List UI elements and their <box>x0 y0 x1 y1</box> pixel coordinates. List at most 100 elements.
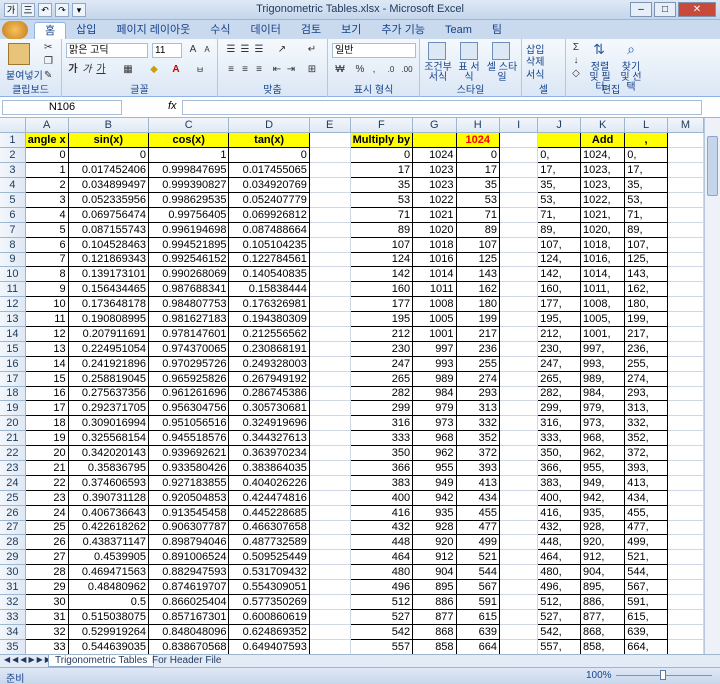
cell[interactable]: 0.212556562 <box>228 325 310 342</box>
cell[interactable]: 212 <box>349 325 414 342</box>
orientation-icon[interactable]: ↗ <box>274 43 290 57</box>
cell[interactable]: 664, <box>624 638 668 654</box>
cell[interactable]: 1024, <box>579 147 626 164</box>
cell[interactable]: 0.35836795 <box>67 459 150 476</box>
cell[interactable]: 299 <box>349 400 414 417</box>
cell[interactable]: 904, <box>579 564 626 581</box>
cell[interactable]: 177 <box>349 296 414 313</box>
table-format-button[interactable]: 표 서식 <box>454 63 484 83</box>
cell[interactable] <box>667 371 704 387</box>
cell[interactable]: 0.325568154 <box>67 430 150 447</box>
cell[interactable] <box>499 475 539 491</box>
cell[interactable]: 0.999390827 <box>148 177 230 193</box>
decrease-decimal-icon[interactable]: .00 <box>400 63 414 77</box>
cell[interactable]: 0.342020143 <box>67 445 150 461</box>
cell[interactable]: 0.996194698 <box>148 221 230 238</box>
cell[interactable] <box>309 162 351 179</box>
cell[interactable]: 0.069756474 <box>67 206 150 223</box>
cell[interactable]: 0.906307787 <box>148 519 230 536</box>
cell[interactable]: 53, <box>537 191 581 208</box>
cell[interactable]: 858 <box>412 638 457 654</box>
cell[interactable]: 366, <box>537 459 581 476</box>
cell[interactable]: 0.956304756 <box>148 400 230 417</box>
cell[interactable]: 313 <box>455 400 501 417</box>
cell[interactable]: 0.424474816 <box>228 489 310 506</box>
cell[interactable] <box>667 415 704 432</box>
underline-button[interactable]: 가 <box>94 63 108 77</box>
cell[interactable]: 955, <box>579 459 626 476</box>
cell[interactable]: 17 <box>24 400 69 417</box>
align-left-icon[interactable]: ≡ <box>224 63 238 77</box>
cell[interactable]: 0.866025404 <box>148 594 230 610</box>
cell[interactable]: 962, <box>579 445 626 461</box>
cell[interactable]: 432, <box>537 519 581 536</box>
cell[interactable]: 32 <box>24 623 69 640</box>
cell[interactable]: 1018, <box>579 236 626 253</box>
row-header-20[interactable]: 20 <box>0 415 26 432</box>
row-header-12[interactable]: 12 <box>0 296 26 313</box>
cell[interactable]: 1005, <box>579 311 626 327</box>
header-cell[interactable] <box>309 132 351 149</box>
cell[interactable] <box>309 147 351 164</box>
cell[interactable]: 895, <box>579 579 626 595</box>
cell[interactable]: 0.857167301 <box>148 608 230 625</box>
cell[interactable] <box>499 609 539 625</box>
cell[interactable]: 107 <box>349 236 414 253</box>
cell[interactable] <box>309 296 351 313</box>
sheet-nav-arrows[interactable]: ◀◀◀▶▶▶ <box>4 655 53 664</box>
cell[interactable]: 920 <box>412 534 457 551</box>
cell[interactable]: 0.292371705 <box>67 400 150 417</box>
column-header-g[interactable]: G <box>412 118 457 134</box>
cell[interactable]: 0.121869343 <box>67 251 150 268</box>
cell[interactable]: 968 <box>412 430 457 447</box>
clear-icon[interactable]: ◇ <box>570 67 582 81</box>
cell[interactable]: 0.139173101 <box>67 266 150 283</box>
cell[interactable]: 265 <box>349 370 414 387</box>
cell[interactable]: 230, <box>537 340 581 357</box>
cell[interactable]: 236, <box>624 340 668 357</box>
row-header-7[interactable]: 7 <box>0 222 26 238</box>
cell[interactable] <box>667 639 704 654</box>
cell[interactable]: 0.544639035 <box>67 638 150 654</box>
cell[interactable]: 53 <box>349 191 414 208</box>
cell[interactable]: 0.224951054 <box>67 340 150 357</box>
cell[interactable]: 53, <box>624 191 668 208</box>
cell[interactable]: 1005 <box>412 311 457 327</box>
cell[interactable] <box>667 475 704 491</box>
cell[interactable]: 14 <box>24 355 69 372</box>
cell[interactable] <box>667 430 704 447</box>
cell[interactable] <box>667 296 704 313</box>
column-header-k[interactable]: K <box>580 118 626 134</box>
merge-center-icon[interactable]: ⊞ <box>304 63 320 77</box>
cell[interactable]: 0.515038075 <box>67 608 150 625</box>
sheet-tab-trig[interactable]: Trigonometric Tables <box>48 655 155 667</box>
cell[interactable]: 1021 <box>412 206 457 223</box>
number-format-select[interactable]: 일반 <box>332 43 416 58</box>
cell[interactable]: 180, <box>624 296 668 313</box>
row-header-21[interactable]: 21 <box>0 430 26 447</box>
row-header-9[interactable]: 9 <box>0 252 26 268</box>
cell[interactable]: 512, <box>537 594 581 610</box>
cell[interactable]: 521 <box>455 549 501 566</box>
cell[interactable]: 1011 <box>412 281 457 298</box>
cell[interactable]: 0.994521895 <box>148 236 230 253</box>
column-header-h[interactable]: H <box>456 118 501 134</box>
cell[interactable]: 19 <box>24 430 69 447</box>
scroll-thumb[interactable] <box>707 136 718 196</box>
cell[interactable] <box>309 430 351 447</box>
column-header-j[interactable]: J <box>537 118 581 134</box>
cell[interactable]: 993 <box>412 355 457 372</box>
cell[interactable]: 979, <box>579 400 626 417</box>
cell[interactable] <box>499 505 539 521</box>
cell[interactable]: 1016, <box>579 251 626 268</box>
cell[interactable] <box>667 281 704 298</box>
cell[interactable]: 217 <box>455 325 501 342</box>
cell[interactable]: 0.5 <box>67 594 150 610</box>
cell[interactable]: 350, <box>537 445 581 461</box>
cell[interactable]: 383 <box>349 474 414 491</box>
cell[interactable]: 984, <box>579 385 626 402</box>
tab-home[interactable]: 홈 <box>34 22 67 39</box>
cell[interactable]: 2 <box>24 177 69 193</box>
cell[interactable]: 17 <box>349 162 414 179</box>
cell[interactable]: 142, <box>537 266 581 283</box>
